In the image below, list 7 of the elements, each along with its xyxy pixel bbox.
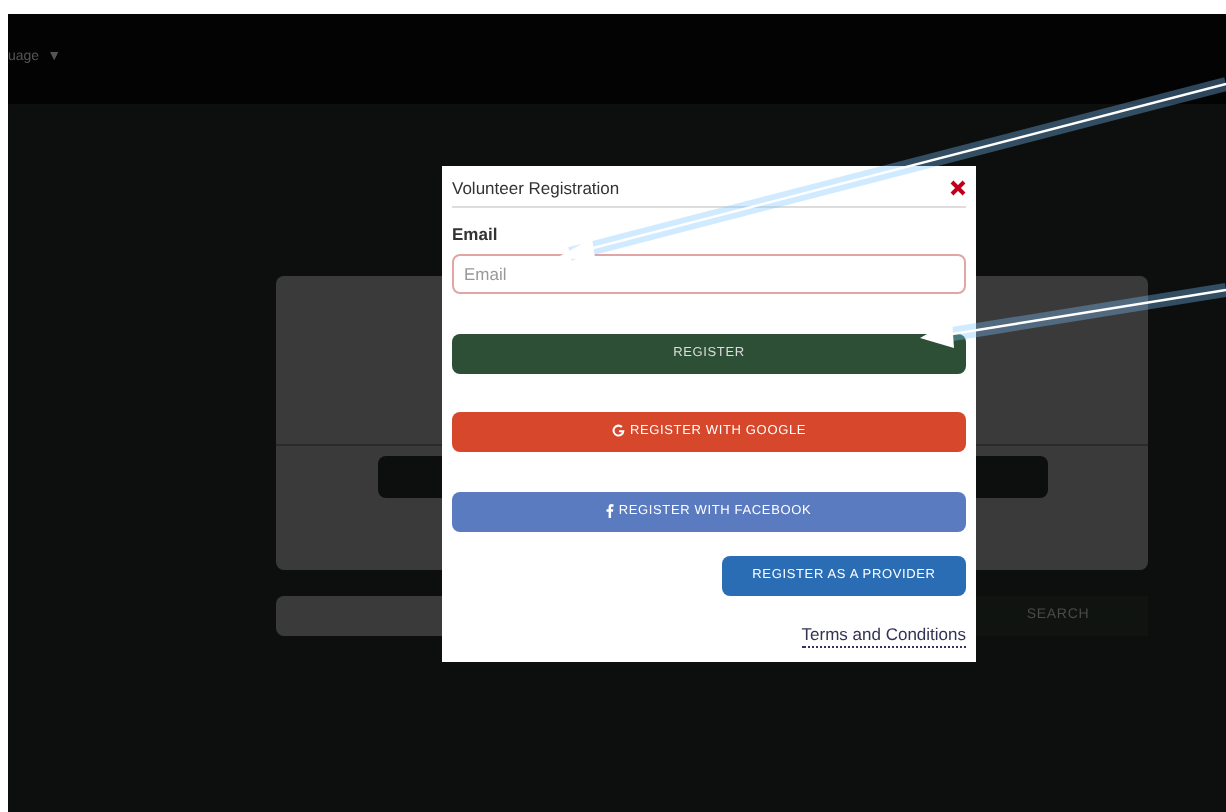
facebook-icon: [606, 504, 615, 518]
close-icon[interactable]: [950, 180, 966, 197]
email-label: Email: [452, 221, 500, 247]
terms-link[interactable]: Terms and Conditions: [801, 621, 966, 649]
google-icon: [611, 424, 626, 438]
email-input[interactable]: Email: [452, 253, 966, 293]
modal-title: Volunteer Registration: [452, 176, 620, 202]
